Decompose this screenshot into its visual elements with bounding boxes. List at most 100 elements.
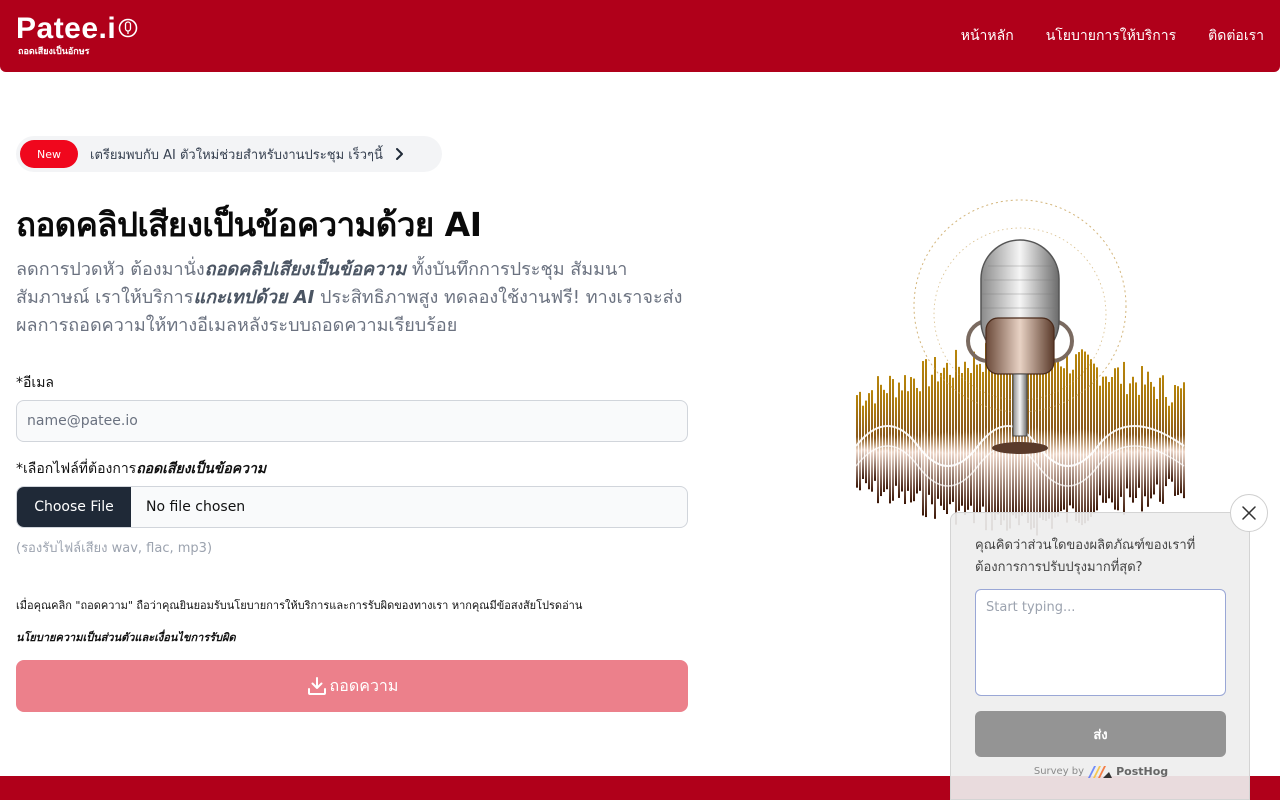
transcribe-button[interactable]: ถอดความ	[16, 660, 688, 712]
chevron-right-icon	[395, 148, 403, 160]
waveform-bar	[1063, 368, 1065, 510]
file-hint: (รองรับไฟล์เสียง wav, flac, mp3)	[16, 541, 213, 556]
nav-contact[interactable]: ติดต่อเรา	[1208, 25, 1264, 47]
waveform-bar	[967, 368, 969, 510]
waveform-bar	[1156, 398, 1158, 485]
waveform-bar	[1180, 388, 1182, 494]
waveform-bar	[865, 400, 867, 484]
waveform-bar	[895, 397, 897, 486]
posthog-logo-icon	[1088, 765, 1113, 778]
waveform-bar	[1054, 358, 1056, 518]
waveform-bar	[883, 389, 885, 492]
file-input[interactable]: Choose File No file chosen	[16, 486, 688, 528]
nav-links: หน้าหลัก นโยบายการให้บริการ ติดต่อเรา	[929, 0, 1264, 72]
survey-answer-input[interactable]	[975, 589, 1226, 696]
survey-send-button[interactable]: ส่ง	[975, 711, 1226, 757]
waveform-bar	[1129, 383, 1131, 498]
waveform-bar	[952, 377, 954, 502]
waveform-bar	[1060, 366, 1062, 512]
waveform-bar	[1120, 383, 1122, 497]
waveform-bar	[907, 391, 909, 491]
waveform-bar	[1075, 354, 1077, 522]
waveform-bar	[1183, 382, 1185, 499]
brand-name: Patee.i	[16, 12, 117, 45]
waveform-bar	[1099, 385, 1101, 496]
transcribe-button-label: ถอดความ	[329, 675, 399, 695]
waveform-bar	[1081, 349, 1083, 526]
waveform-bar	[1171, 402, 1173, 482]
waveform-bar	[958, 366, 960, 511]
waveform-bar	[1108, 382, 1110, 499]
policy-link[interactable]: นโยบายความเป็นส่วนตัวและเงื่อนไขการรับผิ…	[16, 628, 236, 646]
waveform-bar	[916, 387, 918, 494]
email-label: *อีเมล	[16, 375, 55, 391]
waveform-bar	[1162, 375, 1164, 504]
logo-wordmark: Patee.i	[16, 14, 138, 44]
waveform-bar	[943, 367, 945, 511]
waveform-bar	[1093, 363, 1095, 514]
waveform-bar	[1123, 361, 1125, 515]
waveform-bar	[922, 361, 924, 516]
waveform-bar	[1165, 396, 1167, 487]
waveform-bar	[1132, 376, 1134, 503]
waveform-bar	[1138, 394, 1140, 488]
waveform-bar	[1003, 355, 1005, 521]
waveform-bar	[892, 379, 894, 501]
waveform-bar	[1168, 405, 1170, 479]
consent-text: เมื่อคุณคลิก "ถอดความ" ถือว่าคุณยินยอมรั…	[16, 599, 583, 612]
nav-terms[interactable]: นโยบายการให้บริการ	[1046, 25, 1176, 47]
waveform-bar	[898, 382, 900, 498]
waveform-bar	[862, 405, 864, 479]
file-label-emphasis: ถอดเสียงเป็นข้อความ	[136, 461, 267, 477]
waveform-bar	[901, 390, 903, 492]
waveform-bar	[1114, 368, 1116, 510]
waveform-bar	[946, 362, 948, 515]
waveform-bar	[1159, 377, 1161, 502]
lead-part-1: ลดการปวดหัว ต้องมานั่ง	[16, 259, 205, 280]
lead-emphasis-1: ถอดคลิปเสียงเป็นข้อความ	[204, 259, 407, 280]
page-title: ถอดคลิปเสียงเป็นข้อความด้วย AI	[16, 205, 482, 244]
waveform-bar	[925, 359, 927, 518]
email-field[interactable]	[16, 400, 688, 442]
waveform-bar	[1126, 394, 1128, 489]
waveform-bar	[919, 391, 921, 491]
file-label: *เลือกไฟล์ที่ต้องการถอดเสียงเป็นข้อความ	[16, 458, 266, 480]
lead-emphasis-2: แกะเทปด้วย AI	[193, 287, 315, 308]
choose-file-button[interactable]: Choose File	[17, 487, 131, 527]
waveform-bar	[1135, 382, 1137, 499]
hero-description: ลดการปวดหัว ต้องมานั่งถอดคลิปเสียงเป็นข้…	[16, 256, 696, 340]
waveform-bar	[868, 393, 870, 490]
waveform-bar	[955, 349, 957, 525]
navbar: Patee.i ถอดเสียงเป็นอักษร หน้าหลัก นโยบา…	[0, 0, 1280, 72]
survey-question: คุณคิดว่าส่วนใดของผลิตภัณฑ์ของเราที่ต้อง…	[975, 538, 1196, 575]
waveform-bar	[1141, 366, 1143, 512]
waveform-bar	[1039, 358, 1041, 518]
logo[interactable]: Patee.i ถอดเสียงเป็นอักษร	[16, 14, 138, 58]
waveform-bar	[904, 375, 906, 505]
waveform-bar	[856, 395, 858, 488]
waveform-bar	[1117, 367, 1119, 511]
waveform-bar	[889, 375, 891, 504]
waveform-bar	[976, 364, 978, 513]
waveform-bar	[871, 390, 873, 492]
announcement-banner[interactable]: New เตรียมพบกับ AI ตัวใหม่ช่วยสำหรับงานป…	[16, 136, 442, 172]
new-badge: New	[20, 140, 78, 168]
waveform-bar	[877, 376, 879, 504]
nav-home[interactable]: หน้าหลัก	[961, 25, 1014, 47]
waveform-bar	[1057, 359, 1059, 517]
survey-close-button[interactable]	[1230, 494, 1268, 532]
mic-icon	[118, 18, 138, 38]
waveform-bar	[961, 373, 963, 506]
waveform-bar	[937, 381, 939, 499]
waveform-bar	[886, 393, 888, 490]
waveform-bar	[979, 363, 981, 514]
waveform-bar	[1087, 354, 1089, 521]
waveform-bar	[1078, 352, 1080, 523]
waveform-bar	[1045, 354, 1047, 521]
waveform-bar	[1066, 352, 1068, 523]
waveform-bar	[931, 374, 933, 505]
waveform-bar	[1150, 381, 1152, 499]
survey-vendor: PostHog	[1116, 765, 1169, 778]
survey-attribution[interactable]: Survey by PostHog	[951, 765, 1251, 778]
waveform-bar	[973, 351, 975, 524]
